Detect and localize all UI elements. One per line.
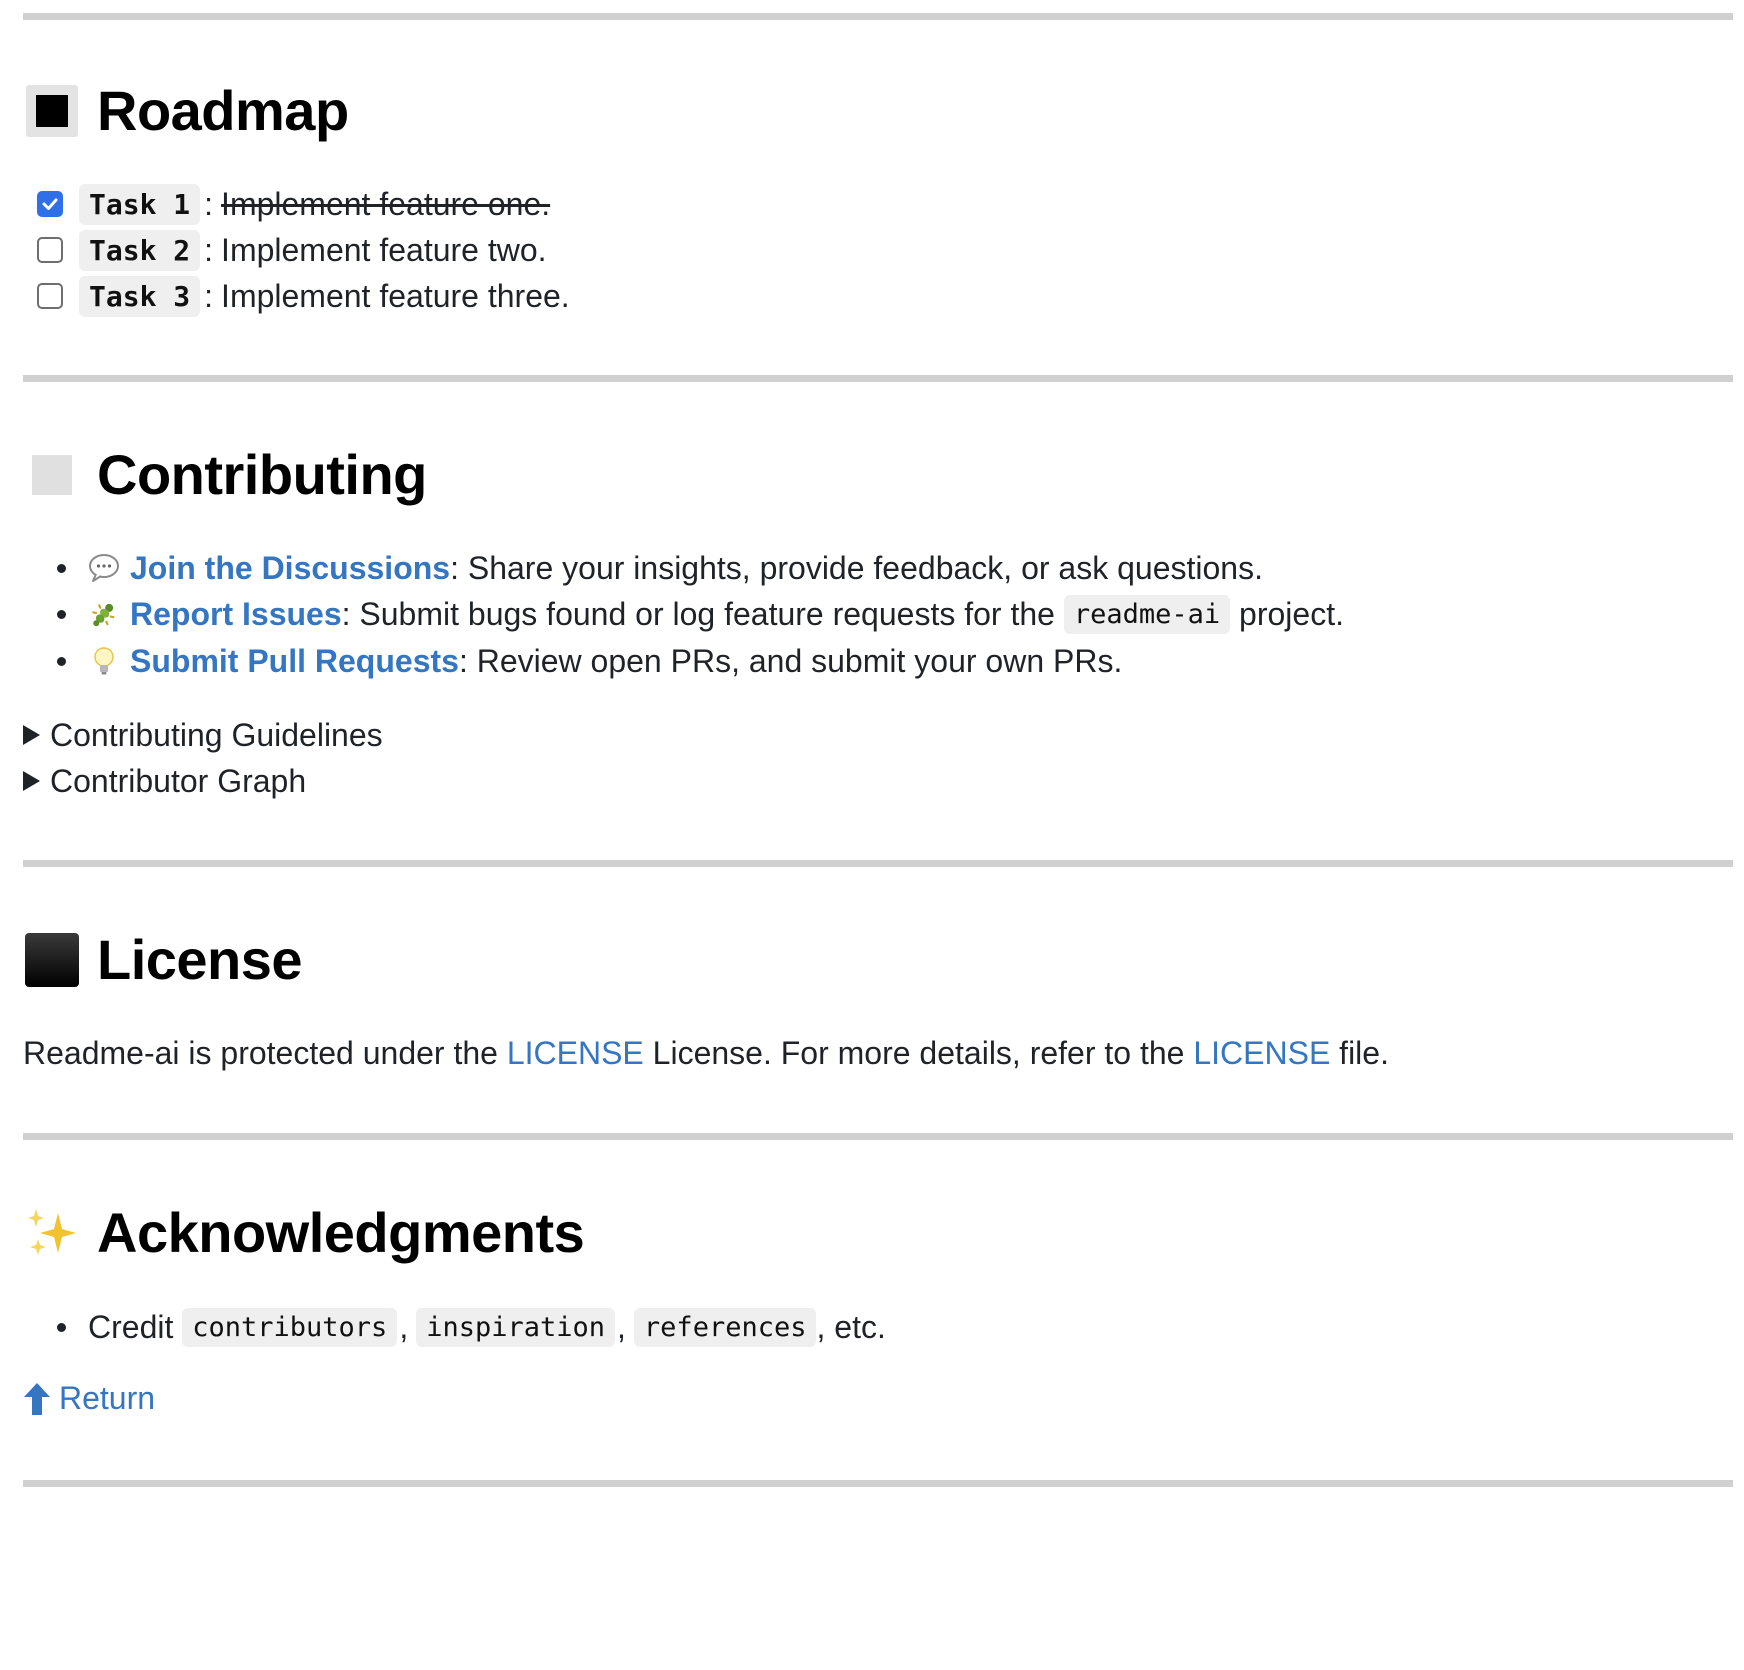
- task-2-label: Task 2: [79, 229, 201, 271]
- return-label: Return: [59, 1380, 156, 1416]
- license-text: file.: [1330, 1035, 1389, 1071]
- black-large-square-icon: [23, 931, 81, 989]
- license-text: License. For more details, refer to the: [643, 1035, 1194, 1071]
- license-link-1[interactable]: LICENSE: [507, 1035, 644, 1071]
- task-3-checkbox[interactable]: [37, 283, 63, 309]
- bullet-dot: [57, 1322, 66, 1332]
- code-inspiration: inspiration: [416, 1307, 616, 1347]
- horizontal-rule: [23, 860, 1733, 867]
- code-contributors: contributors: [182, 1307, 398, 1347]
- task-1-label: Task 1: [79, 183, 201, 225]
- discussions-description: : Share your insights, provide feedback,…: [450, 549, 1263, 586]
- bullet-dot: [57, 656, 66, 666]
- contributor-graph-details[interactable]: Contributor Graph: [23, 757, 306, 805]
- code-references: references: [633, 1307, 817, 1347]
- issues-description-end: project.: [1230, 595, 1344, 632]
- task-1-checkbox[interactable]: [37, 191, 63, 217]
- license-heading: License: [23, 927, 303, 992]
- credit-prefix: Credit: [88, 1308, 183, 1345]
- task-item-3: Task 3 : Implement feature three.: [37, 272, 570, 320]
- task-2-description: Implement feature two.: [221, 231, 547, 268]
- bug-icon: [88, 598, 120, 630]
- roadmap-heading: Roadmap: [23, 78, 349, 143]
- task-1-description: Implement feature one.: [221, 185, 551, 222]
- up-arrow-icon: [23, 1382, 51, 1416]
- disclosure-triangle-icon: [23, 771, 40, 791]
- disclosure-triangle-icon: [23, 725, 40, 745]
- sparkles-icon: [23, 1204, 81, 1262]
- task-3-label: Task 3: [79, 275, 201, 317]
- contributing-guidelines-details[interactable]: Contributing Guidelines: [23, 711, 383, 759]
- bullet-dot: [57, 563, 66, 573]
- details-summary-guidelines: Contributing Guidelines: [50, 716, 383, 753]
- comma: ,: [399, 1308, 409, 1345]
- horizontal-rule: [23, 375, 1733, 382]
- contributing-heading: Contributing: [23, 442, 427, 507]
- task-separator: :: [204, 231, 214, 268]
- horizontal-rule: [23, 13, 1733, 20]
- task-item-2: Task 2 : Implement feature two.: [37, 226, 547, 274]
- task-2-checkbox[interactable]: [37, 237, 63, 263]
- join-discussions-link[interactable]: Join the Discussions: [130, 550, 450, 587]
- black-square-icon: [23, 82, 81, 140]
- acknowledgments-title: Acknowledgments: [97, 1201, 585, 1264]
- contributing-item-pull-requests: Submit Pull Requests : Review open PRs, …: [57, 636, 1122, 686]
- issues-description: : Submit bugs found or log feature reque…: [341, 595, 1064, 632]
- roadmap-title: Roadmap: [97, 79, 349, 142]
- task-separator: :: [204, 185, 214, 222]
- report-issues-link[interactable]: Report Issues: [130, 596, 342, 633]
- submit-pull-requests-link[interactable]: Submit Pull Requests: [130, 643, 459, 680]
- license-title: License: [97, 928, 303, 991]
- contributing-title: Contributing: [97, 443, 427, 506]
- speech-bubble-icon: [88, 552, 120, 584]
- bullet-dot: [57, 609, 66, 619]
- license-paragraph: Readme-ai is protected under the LICENSE…: [23, 1035, 1389, 1072]
- task-separator: :: [204, 277, 214, 314]
- license-link-2[interactable]: LICENSE: [1193, 1035, 1330, 1071]
- details-summary-graph: Contributor Graph: [50, 762, 307, 799]
- contributing-item-discussions: Join the Discussions : Share your insigh…: [57, 543, 1263, 593]
- comma: ,: [617, 1308, 626, 1345]
- license-text: Readme-ai is protected under the: [23, 1035, 507, 1071]
- project-name-code: readme-ai: [1063, 594, 1231, 634]
- acknowledgments-credit-item: Credit contributors , inspiration , refe…: [57, 1302, 886, 1352]
- acknowledgments-heading: Acknowledgments: [23, 1200, 585, 1265]
- return-link[interactable]: Return: [23, 1380, 155, 1417]
- contributing-item-issues: Report Issues : Submit bugs found or log…: [57, 589, 1344, 639]
- white-square-icon: [23, 446, 81, 504]
- checkmark-icon: [42, 198, 58, 210]
- task-item-1: Task 1 : Implement feature one.: [37, 180, 550, 228]
- lightbulb-icon: [88, 645, 120, 677]
- horizontal-rule: [23, 1480, 1733, 1487]
- task-3-description: Implement feature three.: [221, 277, 570, 314]
- credit-suffix: , etc.: [816, 1308, 886, 1345]
- horizontal-rule: [23, 1133, 1733, 1140]
- pull-requests-description: : Review open PRs, and submit your own P…: [458, 642, 1123, 679]
